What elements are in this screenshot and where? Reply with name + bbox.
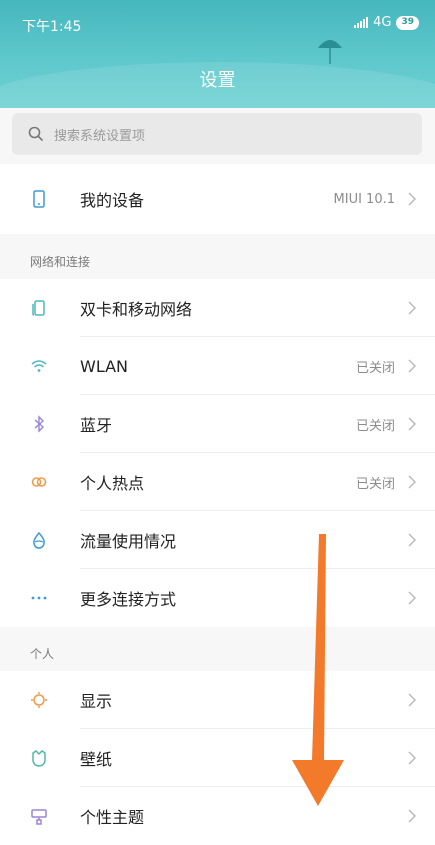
signal-icon: [354, 17, 369, 28]
chevron-right-icon: [407, 751, 435, 765]
device-section: 我的设备 MIUI 10.1: [0, 164, 435, 234]
bluetooth-icon: [0, 414, 80, 434]
list-item-more-connections[interactable]: 更多连接方式: [0, 569, 435, 627]
item-label: 更多连接方式: [80, 590, 177, 609]
page-title: 设置: [199, 70, 236, 91]
data-usage-icon: [0, 530, 80, 550]
network-type: 4G: [373, 15, 392, 30]
search-placeholder: 搜索系统设置项: [54, 128, 146, 144]
item-value: 已关闭: [355, 418, 395, 434]
my-device-value: MIUI 10.1: [333, 191, 395, 207]
chevron-right-icon: [407, 475, 435, 489]
my-device-item[interactable]: 我的设备 MIUI 10.1: [0, 164, 435, 234]
item-label: 壁纸: [80, 750, 113, 769]
list-item-display[interactable]: 显示: [0, 671, 435, 729]
chevron-right-icon: [407, 591, 435, 605]
chevron-right-icon: [407, 417, 435, 431]
item-label: 双卡和移动网络: [80, 300, 193, 319]
more-icon: [0, 588, 80, 608]
item-label: 个性主题: [80, 808, 145, 827]
item-value: 已关闭: [355, 360, 395, 376]
chevron-right-icon: [407, 809, 435, 823]
personal-section: 显示 壁纸 个性主题: [0, 671, 435, 845]
chevron-right-icon: [407, 301, 435, 315]
list-item-wlan[interactable]: WLAN 已关闭: [0, 337, 435, 395]
item-label: WLAN: [80, 356, 129, 376]
chevron-right-icon: [407, 693, 435, 707]
search-input[interactable]: 搜索系统设置项: [12, 113, 422, 155]
search-area: 搜索系统设置项: [0, 108, 435, 164]
my-device-label: 我的设备: [80, 191, 145, 210]
chevron-right-icon: [407, 533, 435, 547]
hotspot-icon: [0, 472, 80, 492]
item-label: 流量使用情况: [80, 532, 177, 551]
wifi-icon: [0, 356, 80, 376]
status-icons: 4G 39: [354, 15, 419, 30]
phone-icon: [0, 189, 80, 209]
battery-icon: 39: [396, 15, 419, 30]
sim-card-icon: [0, 298, 80, 318]
status-time: 下午1:45: [22, 19, 82, 35]
umbrella-icon: [318, 40, 342, 64]
chevron-right-icon: [407, 192, 435, 206]
network-section: 双卡和移动网络 WLAN 已关闭 蓝牙 已关闭 个人热点 已关闭 流量使用情况 …: [0, 279, 435, 627]
chevron-right-icon: [407, 359, 435, 373]
item-label: 显示: [80, 692, 113, 711]
wallpaper-icon: [0, 748, 80, 768]
display-icon: [0, 690, 80, 710]
list-item-data-usage[interactable]: 流量使用情况: [0, 511, 435, 569]
scroll-down-arrow-icon: [292, 534, 344, 806]
list-item-wallpaper[interactable]: 壁纸: [0, 729, 435, 787]
list-item-theme[interactable]: 个性主题: [0, 787, 435, 845]
section-title-network: 网络和连接: [30, 255, 91, 269]
list-item-hotspot[interactable]: 个人热点 已关闭: [0, 453, 435, 511]
theme-icon: [0, 806, 80, 826]
header: 下午1:45 4G 39 设置: [0, 0, 435, 108]
item-label: 蓝牙: [80, 416, 113, 435]
search-icon: [28, 126, 44, 142]
list-item-dual-sim[interactable]: 双卡和移动网络: [0, 279, 435, 337]
list-item-bluetooth[interactable]: 蓝牙 已关闭: [0, 395, 435, 453]
item-label: 个人热点: [80, 474, 145, 493]
item-value: 已关闭: [355, 476, 395, 492]
section-title-personal: 个人: [30, 647, 55, 661]
